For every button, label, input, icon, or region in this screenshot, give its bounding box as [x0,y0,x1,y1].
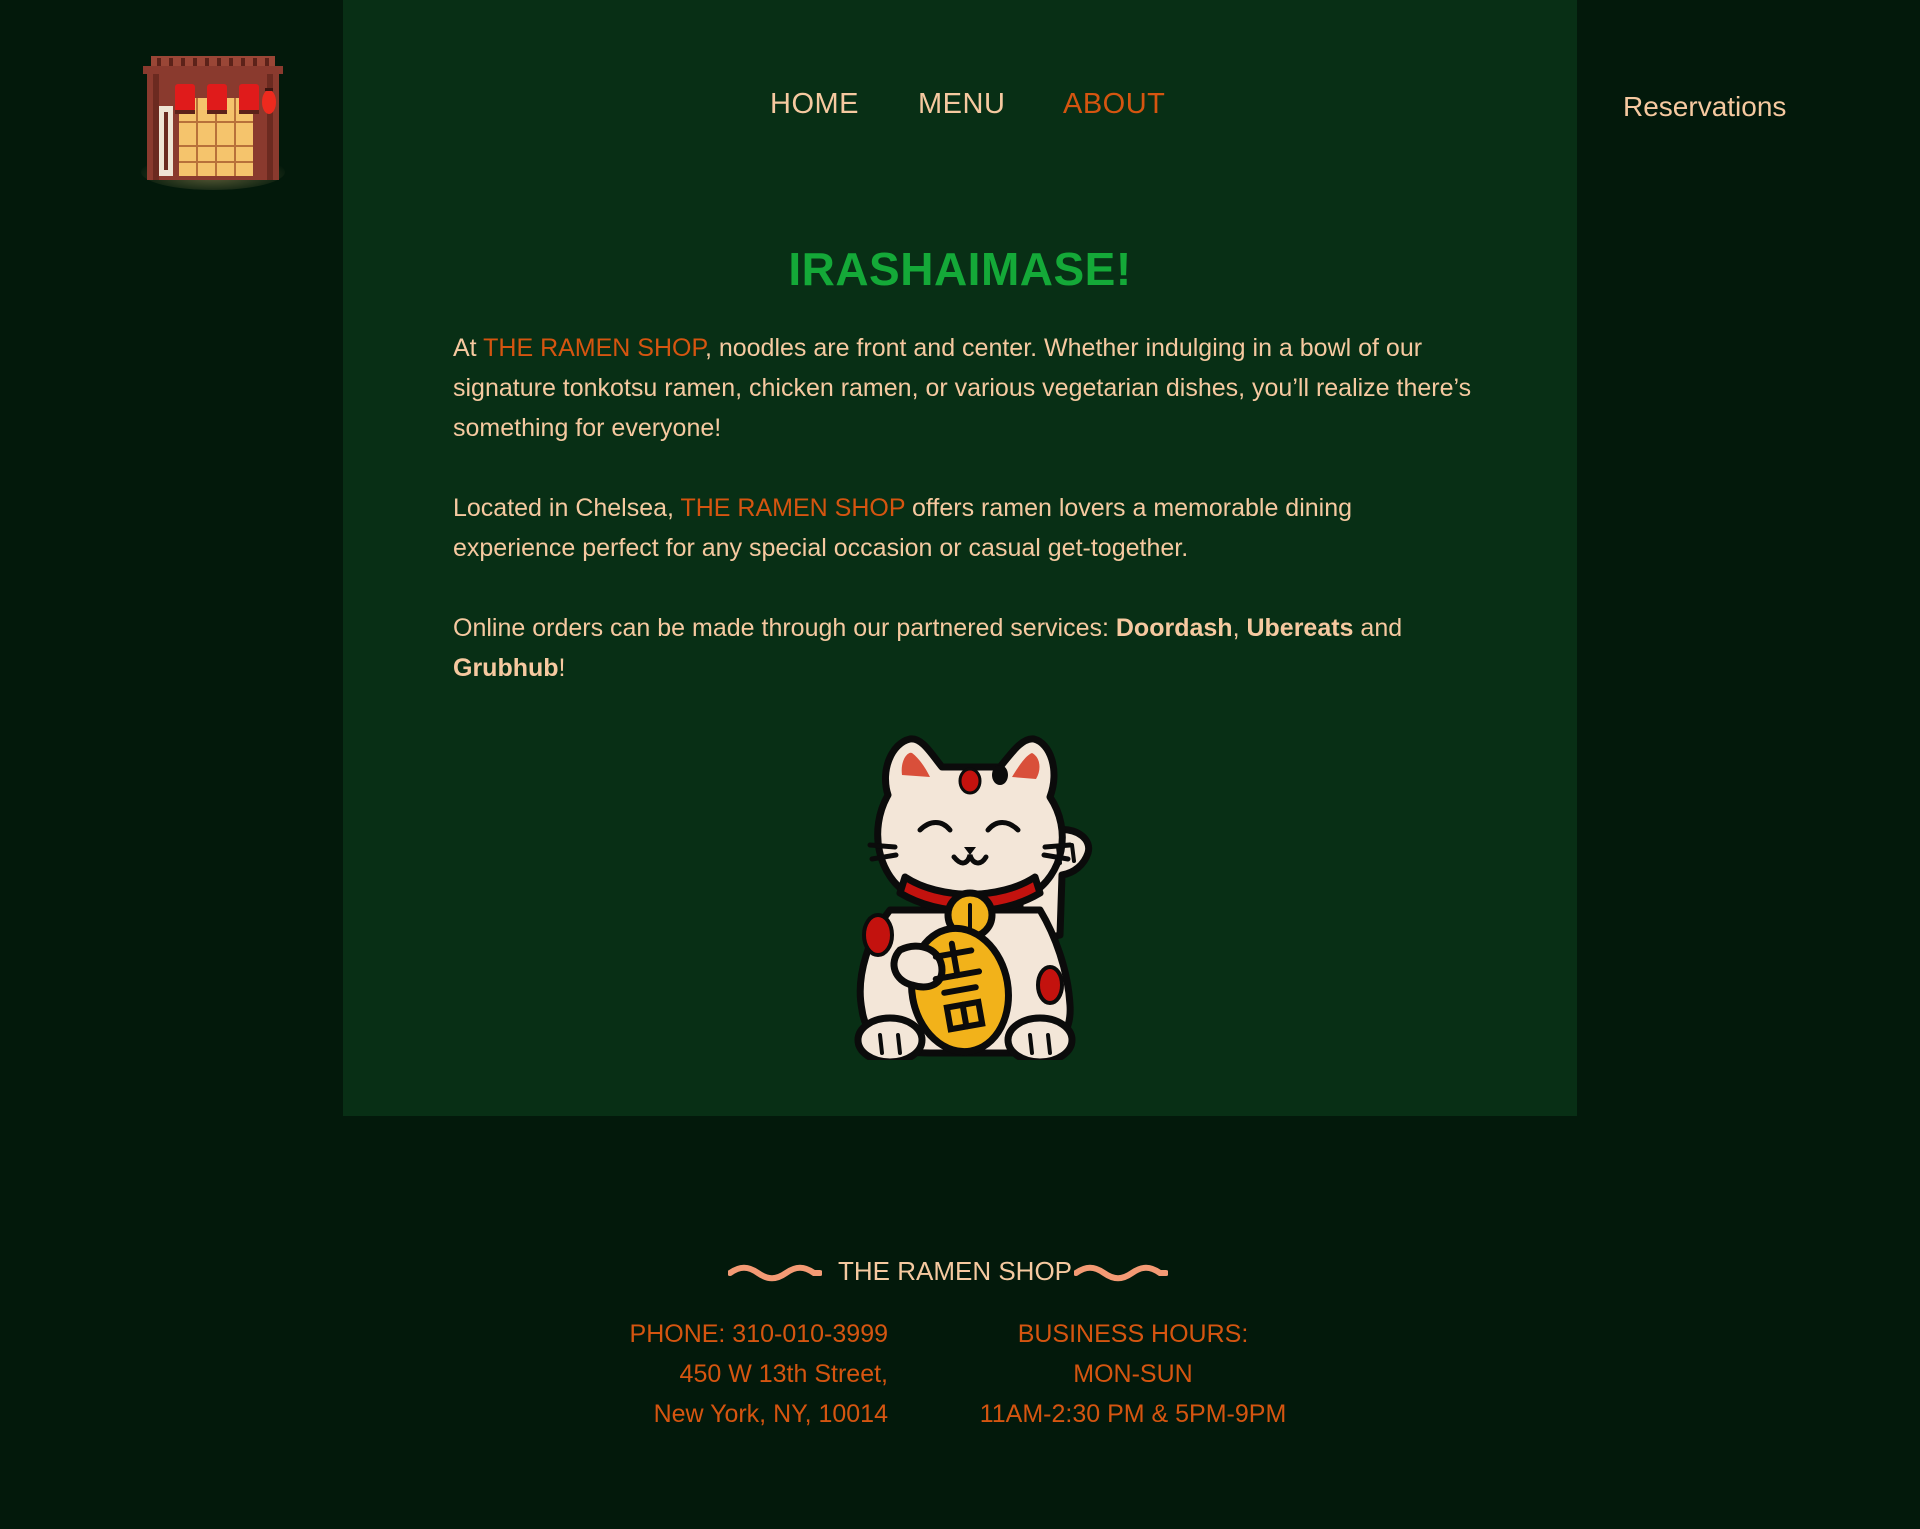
ramen-shop-storefront-icon[interactable] [139,52,287,192]
footer-address-line-1: 450 W 13th Street, [679,1360,888,1388]
nav-home-link[interactable]: HOME [770,88,859,121]
p3-text-end: ! [558,654,566,682]
p1-text-start: At [453,334,484,362]
p2-text-start: Located in Chelsea, [453,494,681,522]
separator: and [1353,614,1403,642]
wave-divider-icon [728,1264,822,1282]
brand-name: THE RAMEN SHOP [680,494,906,522]
footer-address-line-2: New York, NY, 10014 [653,1400,888,1428]
ubereats-service: Ubereats [1246,614,1354,642]
footer-phone[interactable]: PHONE: 310-010-3999 [580,1314,888,1354]
nav-about-link[interactable]: ABOUT [1063,88,1165,121]
doordash-service: Doordash [1115,614,1233,642]
maneki-neko-cat-icon [854,735,1093,1060]
brand-name: THE RAMEN SHOP [483,334,705,362]
p3-text-start: Online orders can be made through our pa… [453,614,1116,642]
footer-hours-days: MON-SUN [1073,1360,1193,1388]
footer-contact: PHONE: 310-010-3999 450 W 13th Street, N… [580,1314,888,1434]
about-paragraph-3: Online orders can be made through our pa… [453,608,1473,688]
footer-hours-times: 11AM-2:30 PM & 5PM-9PM [979,1400,1287,1428]
separator: , [1232,614,1247,642]
page: HOME MENU ABOUT Reservations IRASHAIMASE… [0,0,1920,1529]
about-paragraph-2: Located in Chelsea, THE RAMEN SHOP offer… [453,488,1473,568]
wave-divider-icon [1074,1264,1168,1282]
about-content: At THE RAMEN SHOP, noodles are front and… [453,328,1473,728]
reservations-link[interactable]: Reservations [1623,91,1786,123]
grubhub-service: Grubhub [453,654,559,682]
nav-menu-link[interactable]: MENU [918,88,1005,121]
about-paragraph-1: At THE RAMEN SHOP, noodles are front and… [453,328,1473,448]
page-heading: IRASHAIMASE! [788,243,1132,295]
footer-business-hours: BUSINESS HOURS: MON-SUN 11AM-2:30 PM & 5… [960,1314,1306,1434]
footer-hours-title: BUSINESS HOURS: [1017,1320,1249,1348]
footer-brand-name: THE RAMEN SHOP [838,1256,1073,1286]
